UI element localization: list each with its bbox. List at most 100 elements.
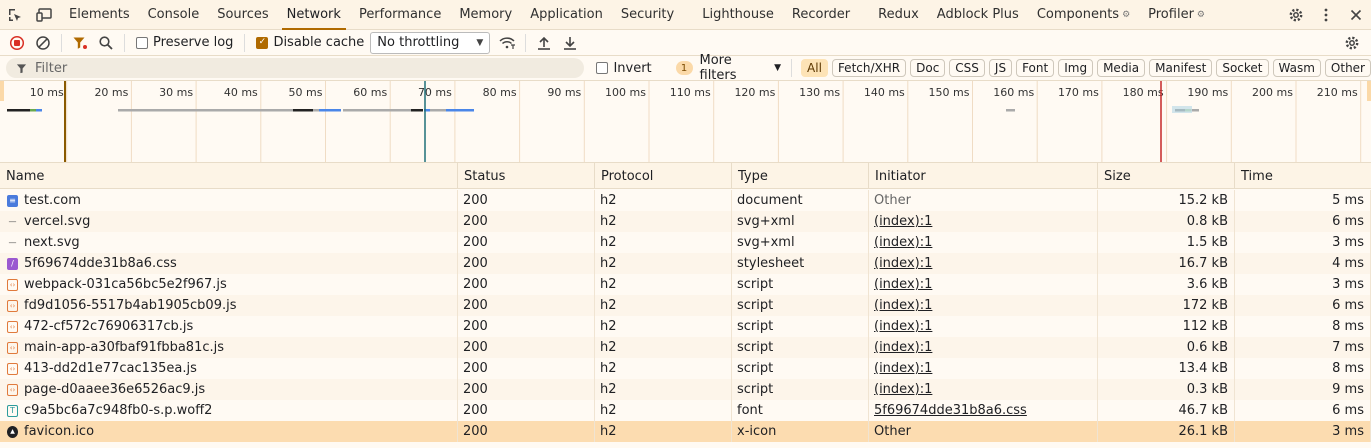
cell-initiator[interactable]: (index):1 <box>869 295 1098 316</box>
name-text: page-d0aaee36e6526ac9.js <box>24 382 206 397</box>
table-row[interactable]: ‹› main-app-a30fbaf91fbba81c.js 200 h2 scrip… <box>0 337 1371 358</box>
time-text: 7 ms <box>1332 340 1364 355</box>
filter-chip-doc[interactable]: Doc <box>910 59 946 77</box>
filter-chip-socket[interactable]: Socket <box>1216 59 1269 77</box>
filter-chip-img[interactable]: Img <box>1058 59 1094 77</box>
more-options-icon[interactable] <box>1311 0 1341 30</box>
tab-components[interactable]: Components ⚙ <box>1028 0 1139 30</box>
table-row[interactable]: — next.svg 200 h2 svg+xml (index):1 1.5 kB 3 ms <box>0 232 1371 253</box>
device-toolbar-icon[interactable] <box>30 0 60 30</box>
tab-recorder[interactable]: Recorder <box>783 0 859 30</box>
cell-initiator[interactable]: (index):1 <box>869 358 1098 379</box>
table-row[interactable]: ‹› 413-dd2d1e77cac135ea.js 200 h2 script (ind… <box>0 358 1371 379</box>
disable-cache-box[interactable]: ✓ <box>256 36 269 49</box>
initiator-text[interactable]: (index):1 <box>874 382 932 397</box>
table-row[interactable]: ‹› webpack-031ca56bc5e2f967.js 200 h2 script… <box>0 274 1371 295</box>
search-icon[interactable] <box>93 30 119 56</box>
network-overview-timeline[interactable]: 10 ms 20 ms 30 ms 40 ms 50 ms 60 ms 70 ms 80 ms… <box>0 81 1371 163</box>
cell-initiator[interactable]: (index):1 <box>869 316 1098 337</box>
tab-lighthouse[interactable]: Lighthouse <box>693 0 783 30</box>
cell-initiator[interactable]: (index):1 <box>869 253 1098 274</box>
filter-chip-css[interactable]: CSS <box>949 59 985 77</box>
preserve-log-checkbox[interactable]: Preserve log <box>136 35 233 50</box>
initiator-text[interactable]: (index):1 <box>874 298 932 313</box>
size-text: 16.7 kB <box>1178 256 1228 271</box>
export-har-icon[interactable] <box>557 30 583 56</box>
protocol-text: h2 <box>600 235 617 250</box>
filter-chip-other[interactable]: Other <box>1324 59 1371 77</box>
initiator-text[interactable]: (index):1 <box>874 235 932 250</box>
tab-console[interactable]: Console <box>139 0 209 30</box>
name-text: webpack-031ca56bc5e2f967.js <box>24 277 227 292</box>
settings-gear-icon[interactable] <box>1281 0 1311 30</box>
filter-chip-font[interactable]: Font <box>1016 59 1055 77</box>
network-conditions-icon[interactable] <box>494 30 520 56</box>
tab-application[interactable]: Application <box>521 0 612 30</box>
toolbar-separator <box>244 33 246 52</box>
tab-redux[interactable]: Redux <box>869 0 928 30</box>
filter-input[interactable]: Filter <box>6 58 585 78</box>
import-har-icon[interactable] <box>531 30 557 56</box>
clear-log-icon[interactable] <box>30 30 56 56</box>
cell-size: 3.6 kB <box>1098 274 1235 295</box>
initiator-text[interactable]: (index):1 <box>874 319 932 334</box>
filter-chip-wasm[interactable]: Wasm <box>1272 59 1321 77</box>
cell-initiator[interactable]: (index):1 <box>869 232 1098 253</box>
stop-recording-icon[interactable] <box>4 30 30 56</box>
tab-sources[interactable]: Sources <box>208 0 277 30</box>
filter-chip-fetch-xhr[interactable]: Fetch/XHR <box>831 59 907 77</box>
initiator-text[interactable]: (index):1 <box>874 340 932 355</box>
table-row[interactable]: ‹› fd9d1056-5517b4ab1905cb09.js 200 h2 scrip… <box>0 295 1371 316</box>
table-row[interactable]: ‹› 472-cf572c76906317cb.js 200 h2 script (ind… <box>0 316 1371 337</box>
column-header-size[interactable]: Size <box>1098 163 1235 189</box>
column-header-time[interactable]: Time <box>1235 163 1371 189</box>
cell-name: ‹› main-app-a30fbaf91fbba81c.js <box>0 337 458 358</box>
filter-chip-manifest[interactable]: Manifest <box>1149 59 1213 77</box>
initiator-text[interactable]: (index):1 <box>874 361 932 376</box>
initiator-text[interactable]: (index):1 <box>874 277 932 292</box>
filter-funnel-icon[interactable] <box>67 30 93 56</box>
cell-initiator[interactable]: (index):1 <box>869 337 1098 358</box>
filter-chip-all[interactable]: All <box>801 59 828 77</box>
disable-cache-checkbox[interactable]: ✓ Disable cache <box>256 35 364 50</box>
filter-chip-media[interactable]: Media <box>1097 59 1146 77</box>
column-header-protocol[interactable]: Protocol <box>595 163 732 189</box>
table-row[interactable]: ▲ favicon.ico 200 h2 x-icon Other 26.1 kB 3 ms <box>0 421 1371 442</box>
cell-initiator[interactable]: (index):1 <box>869 211 1098 232</box>
preserve-log-box[interactable] <box>136 36 148 49</box>
cell-time: 6 ms <box>1235 295 1371 316</box>
tab-adblock-plus[interactable]: Adblock Plus <box>928 0 1028 30</box>
table-row[interactable]: ≡ test.com 200 h2 document Other 15.2 kB 5 ms <box>0 190 1371 211</box>
table-row[interactable]: Tc9a5bc6a7c948fb0-s.p.woff2 200 h2 font 5f69… <box>0 400 1371 421</box>
column-header-status[interactable]: Status <box>458 163 595 189</box>
initiator-text[interactable]: (index):1 <box>874 214 932 229</box>
initiator-text[interactable]: 5f69674dde31b8a6.css <box>874 403 1027 418</box>
column-header-type[interactable]: Type <box>732 163 869 189</box>
tab-network[interactable]: Network <box>278 0 350 30</box>
tab-elements[interactable]: Elements <box>60 0 139 30</box>
initiator-text[interactable]: (index):1 <box>874 256 932 271</box>
tab-memory[interactable]: Memory <box>450 0 521 30</box>
overview-tick-label: 80 ms <box>483 86 517 99</box>
table-row[interactable]: — vercel.svg 200 h2 svg+xml (index):1 0.8 kB 6 … <box>0 211 1371 232</box>
tab-performance[interactable]: Performance <box>350 0 450 30</box>
invert-checkbox[interactable]: Invert <box>596 61 652 76</box>
overview-request-bar <box>430 109 446 112</box>
tab-profiler[interactable]: Profiler ⚙ <box>1139 0 1214 30</box>
close-devtools-icon[interactable] <box>1341 0 1371 30</box>
cell-initiator[interactable]: (index):1 <box>869 274 1098 295</box>
column-header-name[interactable]: Name <box>0 163 458 189</box>
column-header-initiator[interactable]: Initiator <box>869 163 1098 189</box>
throttling-select[interactable]: No throttling ▼ <box>370 31 491 54</box>
more-filters-dropdown[interactable]: 1 More filters ▼ <box>675 53 781 83</box>
size-text: 46.7 kB <box>1178 403 1228 418</box>
filter-chip-js[interactable]: JS <box>988 59 1013 77</box>
network-settings-gear-icon[interactable] <box>1339 30 1365 56</box>
table-row[interactable]: / 5f69674dde31b8a6.css 200 h2 stylesheet (ind… <box>0 253 1371 274</box>
inspect-element-icon[interactable] <box>0 0 30 30</box>
cell-initiator[interactable]: (index):1 <box>869 379 1098 400</box>
cell-initiator[interactable]: 5f69674dde31b8a6.css <box>869 400 1098 421</box>
table-row[interactable]: ‹› page-d0aaee36e6526ac9.js 200 h2 script (in… <box>0 379 1371 400</box>
invert-box[interactable] <box>596 62 609 74</box>
tab-security[interactable]: Security <box>612 0 683 30</box>
